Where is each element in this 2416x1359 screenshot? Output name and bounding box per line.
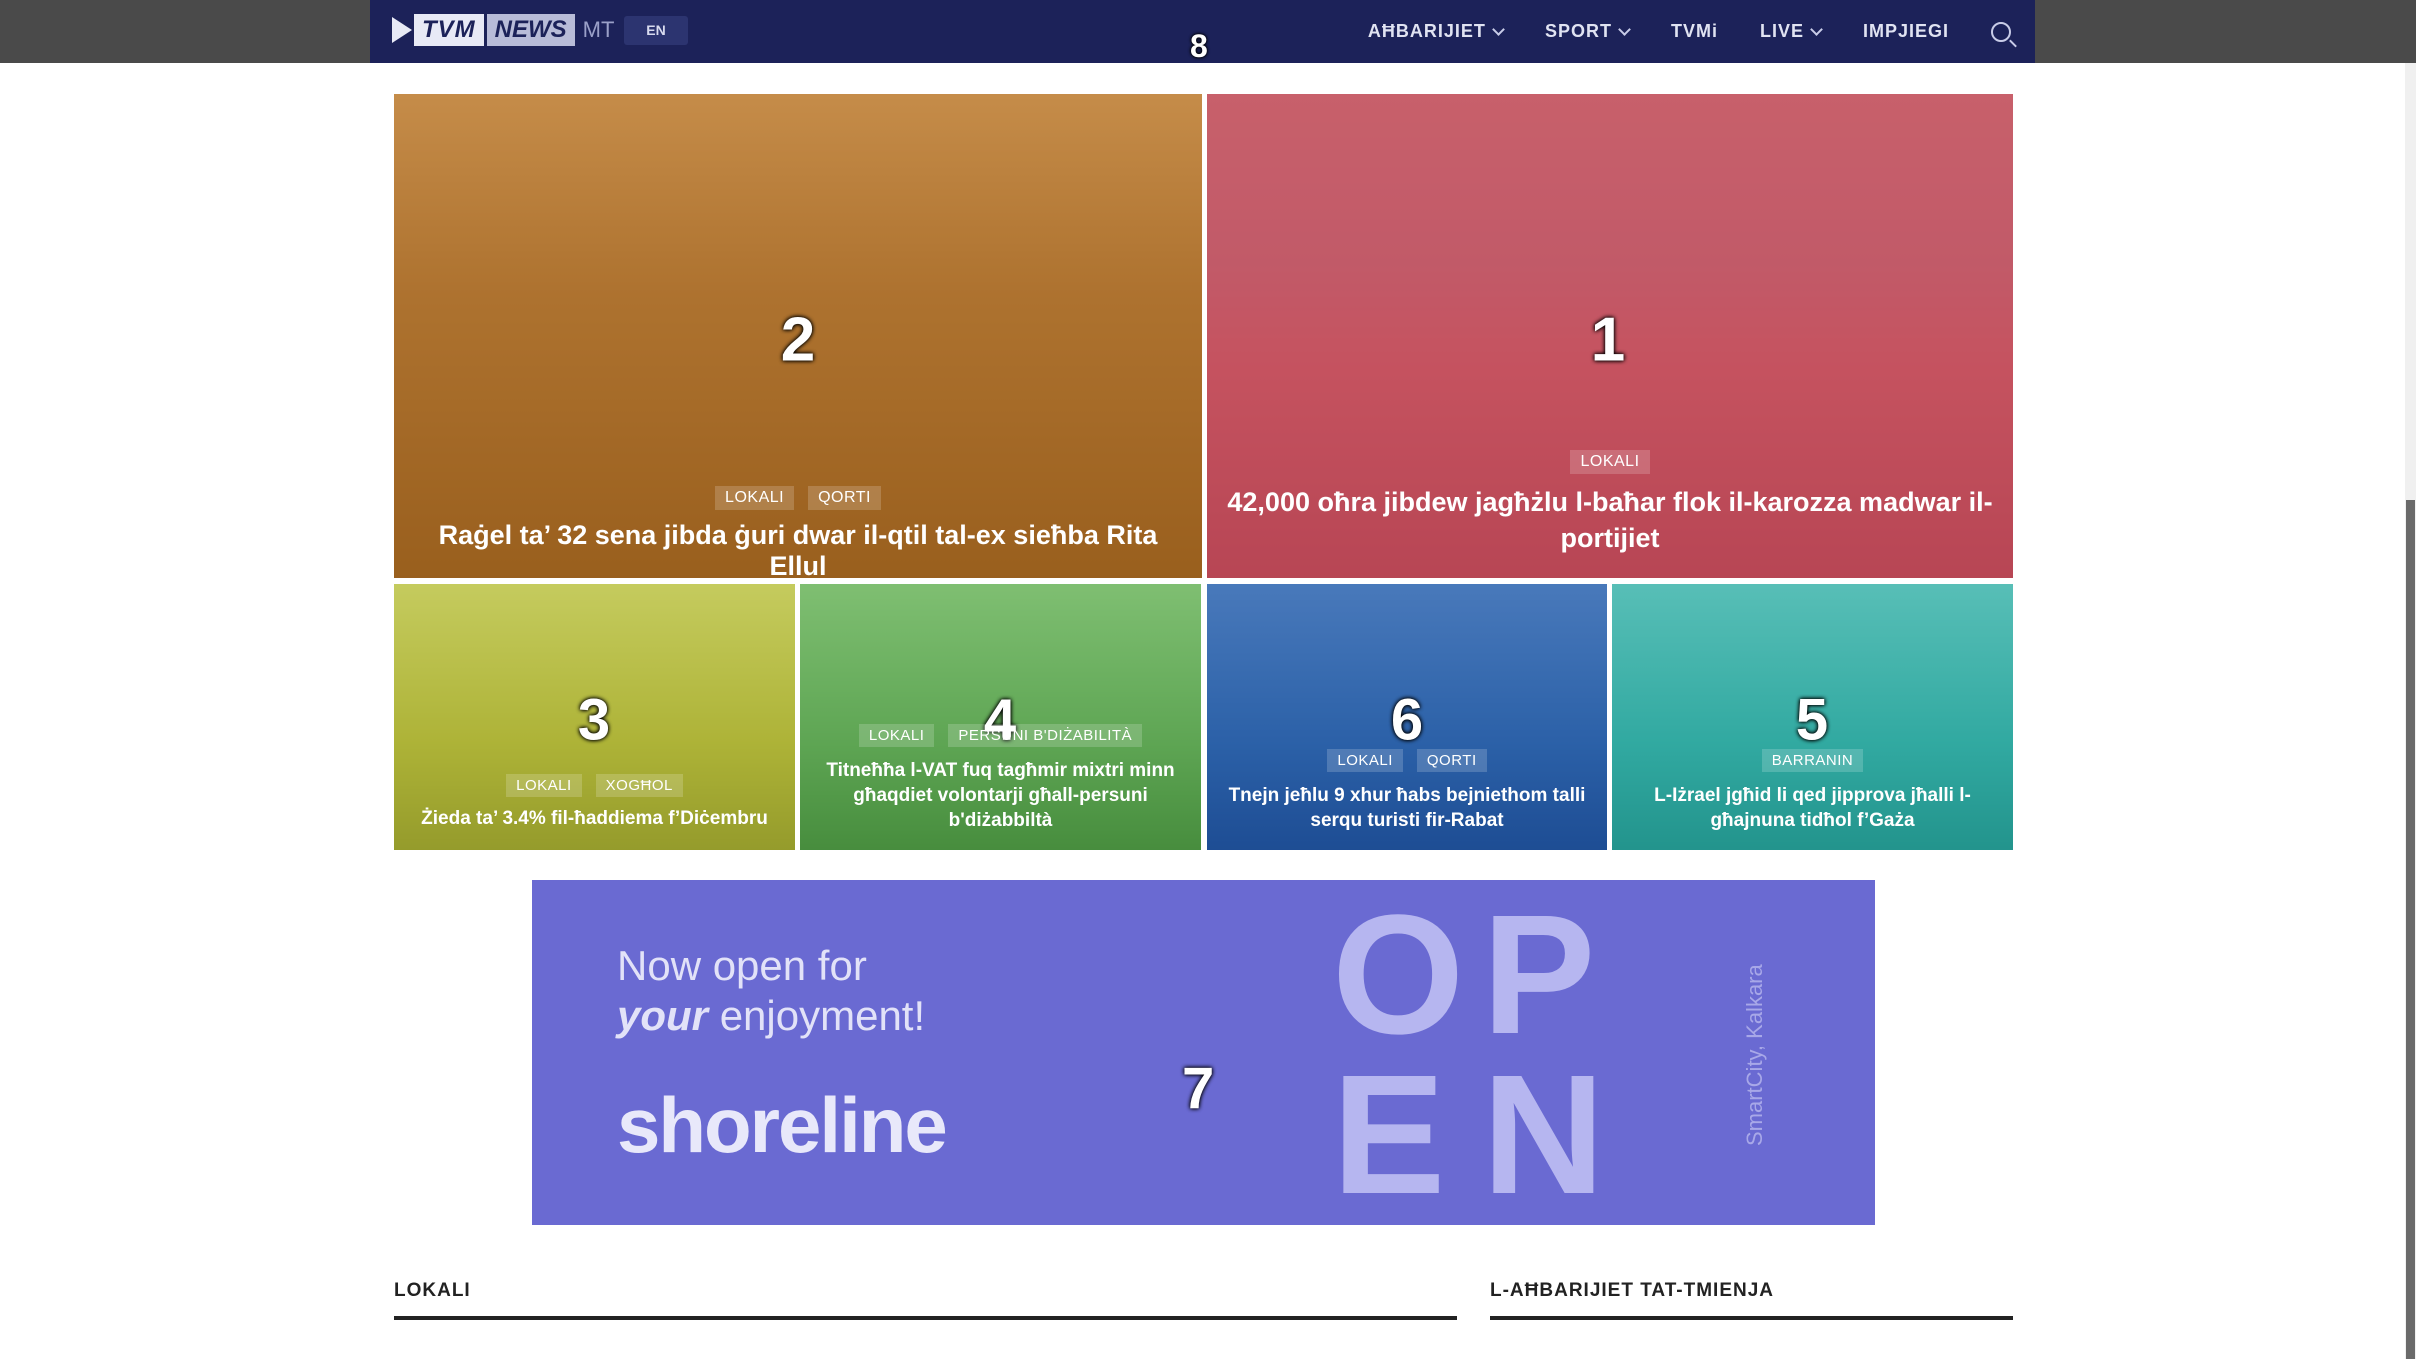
logo-mt-text: MT [582,17,615,42]
category-tag[interactable]: QORTI [808,486,881,510]
overlay-number-8: 8 [1190,28,1208,64]
chevron-down-icon [1810,22,1823,36]
overlay-number-6: 6 [1390,687,1424,753]
overlay-number-7: 7 [1182,1056,1215,1121]
site-logo[interactable]: TVM NEWS MT [392,13,614,47]
overlay-number-5: 5 [1795,687,1829,753]
chevron-down-icon [1492,22,1505,36]
featured-article-card[interactable]: 2 LOKALI QORTI Raġel ta’ 32 sena jibda ġ… [394,94,1202,578]
logo-tvm-text: TVM [414,14,484,46]
section-heading-tmienja[interactable]: L-AĦBARIJIET TAT-TMIENJA [1490,1280,1774,1302]
category-tag[interactable]: QORTI [1416,749,1487,772]
article-title[interactable]: Tnejn jeħlu 9 xhur ħabs bejniethom talli… [1227,783,1587,833]
article-title[interactable]: 42,000 oħra jibdew jagħżlu l-baħar flok … [1227,484,1993,556]
article-card[interactable]: 6 LOKALI QORTI Tnejn jeħlu 9 xhur ħabs b… [1207,584,1607,850]
overlay-number-1: 1 [1590,305,1626,375]
main-nav: AĦBARIJIET SPORT TVMi LIVE IMPJIEGI [1368,0,2035,63]
article-card[interactable]: 5 BARRANIN L-Iżrael jgħid li qed jipprov… [1612,584,2013,850]
ad-tagline-line-1: Now open for [617,942,867,989]
play-icon [392,17,412,43]
category-tag[interactable]: PERSUNI B'DIŻABILITÀ [948,724,1143,747]
article-card[interactable]: 3 LOKALI XOGĦOL Żieda ta’ 3.4% fil-ħaddi… [394,584,795,850]
category-tag[interactable]: LOKALI [1327,749,1403,772]
advertisement-banner[interactable]: Now open for your enjoyment! shoreline O… [532,880,1875,1225]
ad-tagline-rest: enjoyment! [719,992,926,1039]
article-title[interactable]: Żieda ta’ 3.4% fil-ħaddiema f’Diċembru [414,808,775,830]
ad-open-letter: E [1332,1040,1446,1225]
ad-location-text: SmartCity, Kalkara [1742,964,1767,1146]
article-title[interactable]: Raġel ta’ 32 sena jibda ġuri dwar il-qti… [414,520,1182,578]
nav-item-tvmi[interactable]: TVMi [1671,21,1718,42]
ad-open-graphic: O P E N [1332,890,1632,1220]
nav-item-sport[interactable]: SPORT [1544,21,1631,42]
section-divider [394,1316,1457,1320]
category-tags: LOKALI QORTI [394,486,1202,510]
article-title[interactable]: Titneħħa l-VAT fuq tagħmir mixtri minn g… [820,758,1181,833]
nav-item-label: IMPJIEGI [1862,21,1949,41]
category-tag[interactable]: XOGĦOL [595,774,683,797]
ad-open-letter: P [1482,880,1596,1070]
nav-item-label: TVMi [1670,21,1718,41]
featured-article-card[interactable]: 1 LOKALI 42,000 oħra jibdew jagħżlu l-ba… [1207,94,2013,578]
nav-item-label: AĦBARIJIET [1367,21,1486,41]
ad-tagline-line-2: your enjoyment! [617,992,925,1040]
ad-open-letter: N [1482,1040,1605,1225]
nav-item-label: SPORT [1544,21,1612,41]
section-divider [1490,1316,2013,1320]
category-tags: LOKALI XOGĦOL [394,774,795,797]
logo-news-text: NEWS [486,14,575,46]
category-tag[interactable]: LOKALI [506,774,582,797]
category-tag[interactable]: LOKALI [858,724,935,747]
scrollbar-thumb[interactable] [2406,500,2415,1359]
chevron-down-icon [1618,22,1631,36]
article-card[interactable]: 4 LOKALI PERSUNI B'DIŻABILITÀ Titneħħa l… [800,584,1201,850]
nav-item-ahbarijiet[interactable]: AĦBARIJIET [1367,21,1505,42]
category-tags: LOKALI QORTI [1207,749,1607,772]
nav-item-live[interactable]: LIVE [1759,21,1823,42]
overlay-number-2: 2 [780,305,816,375]
category-tag[interactable]: BARRANIN [1761,749,1864,772]
category-tag[interactable]: LOKALI [715,486,795,510]
nav-item-impjiegi[interactable]: IMPJIEGI [1863,21,1949,42]
article-title[interactable]: L-Iżrael jgħid li qed jipprova jħalli l-… [1632,783,1993,833]
nav-item-label: LIVE [1759,21,1804,41]
logo-mark: TVM NEWS [392,14,575,46]
ad-tagline-emphasis: your [617,992,709,1039]
category-tag[interactable]: LOKALI [1570,450,1650,474]
overlay-number-3: 3 [577,687,611,753]
ad-brand-logo: shoreline [617,1081,948,1169]
ad-open-letter: O [1332,880,1465,1070]
category-tags: LOKALI [1207,450,2013,474]
category-tags: BARRANIN [1612,749,2013,772]
section-heading-lokali[interactable]: LOKALI [394,1280,471,1302]
search-icon[interactable] [1991,21,2011,42]
language-switch-button[interactable]: EN [624,16,688,45]
category-tags: LOKALI PERSUNI B'DIŻABILITÀ [800,724,1201,747]
